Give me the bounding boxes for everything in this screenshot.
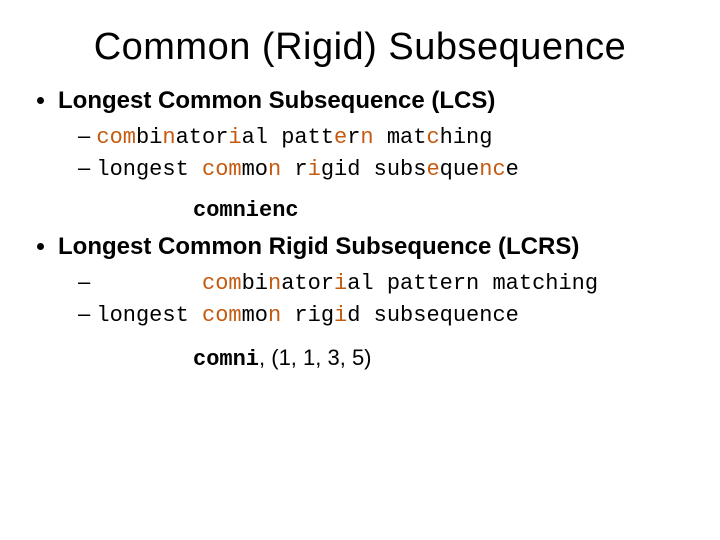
dash: – [78, 155, 96, 180]
result-line: comnienc [58, 198, 690, 223]
section-1: Longest Common Rigid Subsequence (LCRS) –… [58, 233, 690, 371]
result-tuple: , (1, 1, 3, 5) [259, 345, 372, 370]
dash: – [78, 269, 96, 294]
code-line: – longest common rigid subsequence [78, 299, 690, 331]
result-text: comni [193, 347, 259, 372]
code-line: – longest common rigid subsequence [78, 153, 690, 185]
slide-title: Common (Rigid) Subsequence [30, 26, 690, 69]
content-list: Longest Common Subsequence (LCS) – combin… [30, 87, 690, 372]
section-heading: Longest Common Rigid Subsequence (LCRS) [58, 233, 579, 260]
result-line: comni, (1, 1, 3, 5) [58, 345, 690, 372]
slide: Common (Rigid) Subsequence Longest Commo… [0, 0, 720, 372]
result-text: comnienc [193, 198, 299, 223]
dash: – [78, 123, 96, 148]
section-heading: Longest Common Subsequence (LCS) [58, 87, 495, 114]
section-lines: – combinatorial pattern matching– longes… [58, 121, 690, 184]
section-0: Longest Common Subsequence (LCS) – combin… [58, 87, 690, 223]
code-line: – combinatorial pattern matching [78, 267, 690, 299]
section-lines: – combinatorial pattern matching– longes… [58, 267, 690, 330]
dash: – [78, 301, 96, 326]
code-line: – combinatorial pattern matching [78, 121, 690, 153]
